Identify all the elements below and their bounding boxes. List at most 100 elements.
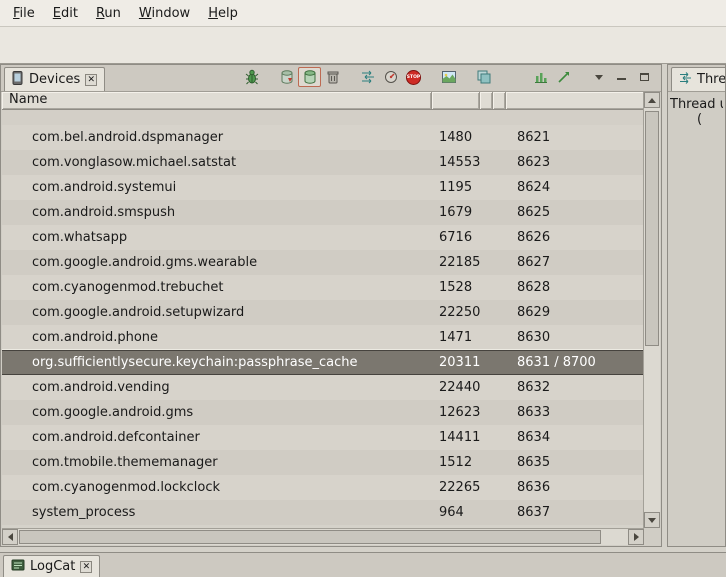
cell-c3 (480, 475, 493, 500)
menu-window[interactable]: Window (130, 3, 199, 24)
cell-pid: 1471 (432, 325, 480, 350)
table-row[interactable]: com.google.android.setupwizard222508629 (2, 300, 645, 325)
cell-pid: 22185 (432, 250, 480, 275)
table-row-selected[interactable]: org.sufficientlysecure.keychain:passphra… (2, 350, 645, 375)
cell-name: com.android.defcontainer (2, 425, 432, 450)
stop-process-icon[interactable]: STOP (402, 67, 425, 87)
screen-capture-icon[interactable] (437, 67, 460, 87)
table-header: Name (2, 92, 645, 110)
scroll-left-icon[interactable] (2, 529, 18, 545)
table-row[interactable]: com.android.systemui11958624 (2, 175, 645, 200)
device-icon (12, 71, 24, 89)
table-row[interactable]: com.android.vending224408632 (2, 375, 645, 400)
column-header-port[interactable] (506, 92, 645, 109)
table-row[interactable]: com.android.smspush16798625 (2, 200, 645, 225)
tab-devices[interactable]: Devices ✕ (4, 67, 105, 91)
table-row[interactable]: com.vonglasow.michael.satstat145538623 (2, 150, 645, 175)
cell-c3 (480, 500, 493, 525)
cell-name: com.android.phone (2, 325, 432, 350)
table-row[interactable]: system_process9648637 (2, 500, 645, 525)
cell-port: 8635 (506, 450, 645, 475)
threads-icon (679, 71, 692, 88)
column-header-threads[interactable] (493, 92, 506, 109)
cell-port: 8631 / 8700 (506, 351, 645, 374)
cell-c4 (493, 500, 506, 525)
maximize-icon[interactable] (633, 67, 656, 87)
cell-port: 8633 (506, 400, 645, 425)
cell-pid: 1195 (432, 175, 480, 200)
menu-help[interactable]: Help (199, 3, 247, 24)
dump-hprof-icon[interactable] (275, 67, 298, 87)
cell-c3 (480, 125, 493, 150)
device-table-body: com.bel.android.dspmanager14808621com.vo… (2, 110, 645, 528)
table-row[interactable]: com.google.android.gms.wearable221858627 (2, 250, 645, 275)
scroll-down-icon[interactable] (644, 512, 660, 528)
tab-logcat-close-icon[interactable]: ✕ (80, 561, 92, 573)
minimize-icon[interactable] (610, 67, 633, 87)
debug-icon[interactable] (240, 67, 263, 87)
update-heap-icon[interactable] (298, 67, 321, 87)
cell-port: 8636 (506, 475, 645, 500)
cell-c4 (493, 400, 506, 425)
cell-c3 (480, 225, 493, 250)
column-header-name[interactable]: Name (2, 92, 432, 109)
horizontal-scrollbar[interactable] (2, 528, 644, 545)
cell-pid: 14553 (432, 150, 480, 175)
table-row[interactable]: com.android.defcontainer144118634 (2, 425, 645, 450)
update-threads-icon[interactable] (356, 67, 379, 87)
cell-port: 8628 (506, 275, 645, 300)
cell-c4 (493, 475, 506, 500)
main-toolbar (0, 27, 726, 64)
scroll-up-icon[interactable] (644, 92, 660, 108)
column-header-heap[interactable] (480, 92, 493, 109)
cell-port: 8637 (506, 500, 645, 525)
tab-logcat[interactable]: LogCat ✕ (3, 555, 100, 577)
table-row[interactable]: com.bel.android.dspmanager14808621 (2, 125, 645, 150)
table-row[interactable]: com.android.phone1471 8630 (2, 325, 645, 350)
tab-devices-close-icon[interactable]: ✕ (85, 74, 97, 86)
view-menu-chevron-icon[interactable] (587, 67, 610, 87)
cell-c3 (480, 175, 493, 200)
cell-name: com.cyanogenmod.trebuchet (2, 275, 432, 300)
cell-name: com.google.android.gms.wearable (2, 250, 432, 275)
cell-c4 (493, 225, 506, 250)
menu-edit[interactable]: Edit (44, 3, 87, 24)
menu-file[interactable]: File (4, 3, 44, 24)
cell-c4 (493, 175, 506, 200)
cell-c4 (493, 200, 506, 225)
cell-port: 8630 (506, 325, 645, 350)
column-header-pid[interactable] (432, 92, 480, 109)
cell-port: 8629 (506, 300, 645, 325)
table-row[interactable]: com.whatsapp67168626 (2, 225, 645, 250)
cell-name: com.bel.android.dspmanager (2, 125, 432, 150)
menu-run[interactable]: Run (87, 3, 130, 24)
threads-content: Thread up ( (668, 92, 725, 132)
vertical-scrollbar[interactable] (643, 92, 660, 528)
cell-name: com.cyanogenmod.lockclock (2, 475, 432, 500)
cell-name: com.android.smspush (2, 200, 432, 225)
tab-threads[interactable]: Threa (671, 67, 726, 91)
table-row[interactable]: com.cyanogenmod.trebuchet15288628 (2, 275, 645, 300)
cell-c3 (480, 300, 493, 325)
table-row[interactable]: com.cyanogenmod.lockclock222658636 (2, 475, 645, 500)
systrace-icon[interactable] (529, 67, 552, 87)
opengl-trace-icon[interactable] (552, 67, 575, 87)
table-row[interactable]: com.tmobile.thememanager15128635 (2, 450, 645, 475)
cell-c3 (480, 325, 493, 350)
cell-c4 (493, 250, 506, 275)
cell-pid: 20311 (432, 351, 480, 374)
horizontal-scrollbar-thumb[interactable] (19, 530, 601, 544)
cell-port: 8634 (506, 425, 645, 450)
cell-name: com.google.android.gms (2, 400, 432, 425)
cell-c3 (480, 425, 493, 450)
view-hierarchy-icon[interactable] (472, 67, 495, 87)
scroll-right-icon[interactable] (628, 529, 644, 545)
vertical-scrollbar-thumb[interactable] (645, 111, 659, 346)
method-profiling-icon[interactable] (379, 67, 402, 87)
table-row[interactable]: com.google.android.gms126238633 (2, 400, 645, 425)
threads-panel: Threa Thread up ( (667, 64, 726, 547)
cell-name: com.android.systemui (2, 175, 432, 200)
cell-name: org.sufficientlysecure.keychain:passphra… (2, 351, 432, 374)
cause-gc-icon[interactable] (321, 67, 344, 87)
threads-tabbar: Threa (668, 65, 725, 92)
